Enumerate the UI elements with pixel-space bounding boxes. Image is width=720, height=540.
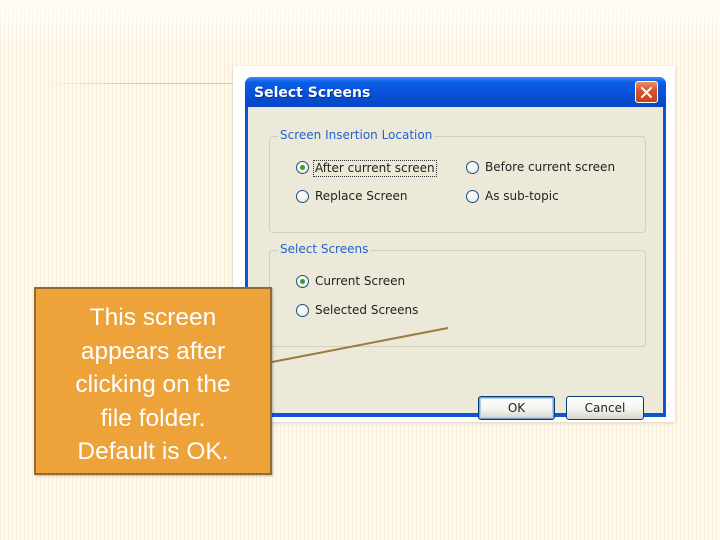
callout-text-line: Default is OK.: [77, 438, 229, 465]
callout-text-line: clicking on the: [75, 371, 231, 398]
callout-text-line: This screen: [89, 304, 217, 331]
callout-text-line: appears after: [80, 337, 226, 365]
callout-text-line: file folder.: [100, 404, 206, 432]
callout-box: This screen appears after clicking on th…: [34, 287, 272, 475]
